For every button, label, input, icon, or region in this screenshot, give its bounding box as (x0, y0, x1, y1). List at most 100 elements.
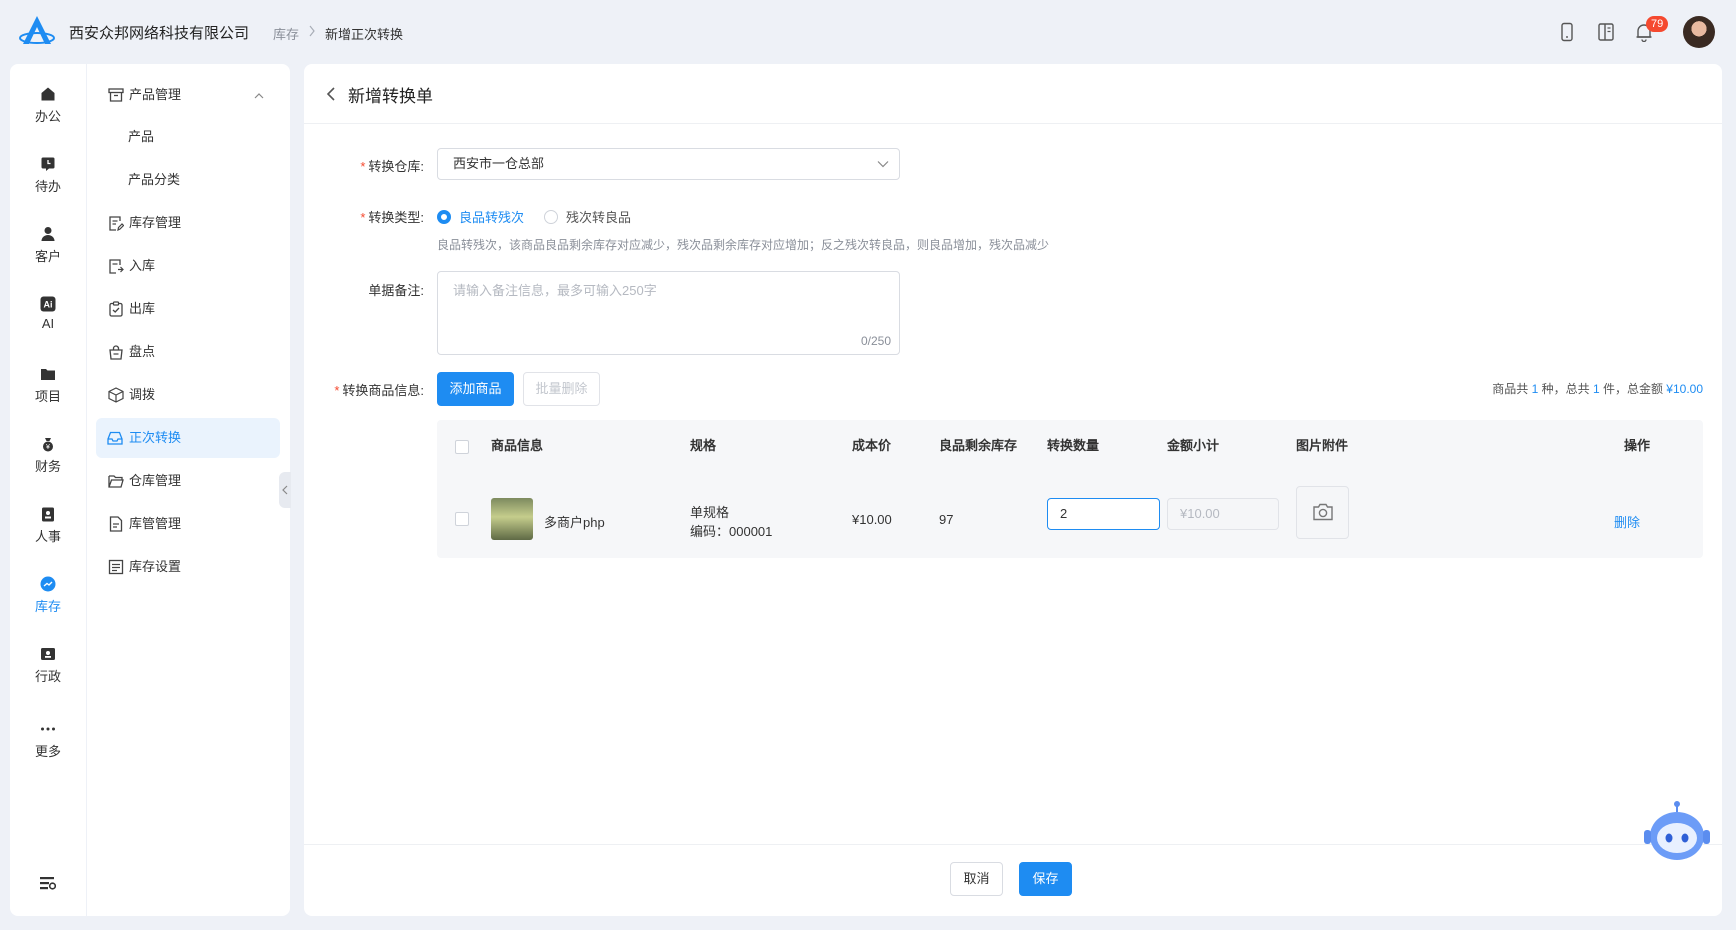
inbox-icon (107, 431, 123, 445)
submenu-warehouse-management[interactable]: 仓库管理 (87, 461, 290, 501)
rail-item-finance[interactable]: ¥ 财务 (10, 436, 86, 475)
goods-summary: 商品共 1 种，总共 1 件，总金额 ¥10.00 (1492, 382, 1703, 396)
notification-badge: 79 (1646, 16, 1669, 32)
submenu-label: 产品 (128, 129, 155, 144)
attachment-upload[interactable] (1296, 486, 1349, 539)
avatar[interactable] (1683, 16, 1715, 48)
assistant-robot-icon[interactable] (1640, 800, 1710, 866)
folder-icon (41, 369, 55, 380)
page-title: 新增转换单 (348, 87, 433, 106)
settings-list-icon[interactable] (40, 876, 56, 890)
col-header: 金额小计 (1167, 438, 1220, 453)
warehouse-select[interactable]: 西安市一仓总部 (437, 148, 900, 180)
submenu-transfer[interactable]: 调拨 (87, 375, 290, 415)
warehouse-label: * 转换仓库: (360, 159, 424, 174)
radio-dot (437, 210, 451, 224)
remark-char-count: 0/250 (860, 334, 891, 348)
radio-dot (544, 210, 558, 224)
doc-in-icon (109, 259, 124, 274)
radio-defective-to-good[interactable]: 残次转良品 (544, 207, 631, 226)
submenu-label: 产品管理 (129, 87, 182, 102)
submenu-stock-settings[interactable]: 库存设置 (87, 547, 290, 587)
submenu-product[interactable]: 产品 (87, 117, 290, 157)
rail-item-label: 待办 (34, 179, 61, 194)
chart-icon (40, 576, 56, 592)
main-panel: 新增转换单 * 转换仓库: 西安市一仓总部 * 转换类型: 良品转残次 残次转良品 … (304, 64, 1722, 916)
svg-text:¥: ¥ (46, 444, 50, 451)
chevron-up-icon (254, 93, 264, 99)
submenu-product-category[interactable]: 产品分类 (87, 160, 290, 200)
cost-price: ¥10.00 (852, 512, 892, 527)
radio-good-to-defective[interactable]: 良品转残次 (437, 207, 524, 226)
book-icon[interactable] (1597, 22, 1615, 42)
product-code: 编码：000001 (690, 524, 773, 539)
archive-icon (108, 88, 124, 102)
submenu-label: 产品分类 (128, 172, 181, 187)
delete-row-link[interactable]: 删除 (1614, 512, 1640, 531)
rail-item-label: 客户 (34, 249, 61, 264)
rail-item-label: 人事 (34, 529, 61, 544)
ai-icon: Ai (40, 296, 56, 312)
more-icon (41, 727, 55, 731)
goods-table: 商品信息 规格 成本价 良品剩余库存 转换数量 金额小计 图片附件 操作 多商户… (437, 420, 1703, 558)
svg-text:Ai: Ai (44, 300, 53, 310)
submenu-conversion[interactable]: 正次转换 (96, 418, 280, 458)
submenu-inbound[interactable]: 入库 (87, 246, 290, 286)
type-label: * 转换类型: (360, 210, 424, 225)
rail-item-office[interactable]: 办公 (10, 86, 86, 125)
row-checkbox[interactable] (455, 512, 469, 526)
back-icon[interactable] (326, 86, 336, 102)
col-header: 良品剩余库存 (939, 438, 1018, 453)
remark-placeholder: 请输入备注信息，最多可输入250字 (453, 283, 657, 298)
submenu-keeper-management[interactable]: 库管管理 (87, 504, 290, 544)
home-icon (41, 87, 55, 101)
submenu-stocktaking[interactable]: 盘点 (87, 332, 290, 372)
rail-item-admin[interactable]: 行政 (10, 646, 86, 685)
select-all-checkbox[interactable] (455, 440, 469, 454)
add-product-button[interactable]: 添加商品 (437, 372, 514, 406)
collapse-sidebar-button[interactable] (279, 472, 291, 508)
phone-icon[interactable] (1559, 22, 1575, 42)
submenu-product-management[interactable]: 产品管理 (87, 75, 290, 115)
rail-item-todo[interactable]: 待办 (10, 156, 86, 195)
product-thumbnail (491, 498, 533, 540)
rail-item-hr[interactable]: 人事 (10, 506, 86, 545)
rail-item-customer[interactable]: 客户 (10, 226, 86, 265)
module-rail: 办公 待办 客户 Ai AI 项目 ¥ 财务 人事 库存 行政 更多 (10, 64, 86, 916)
chevron-down-icon (877, 161, 889, 168)
rail-item-more[interactable]: 更多 (10, 721, 86, 760)
submenu-outbound[interactable]: 出库 (87, 289, 290, 329)
doc-icon (109, 516, 123, 532)
col-header: 商品信息 (491, 438, 544, 453)
remark-textarea[interactable]: 请输入备注信息，最多可输入250字 0/250 (437, 271, 900, 355)
rail-item-label: 库存 (34, 599, 61, 614)
batch-delete-button[interactable]: 批量删除 (523, 372, 600, 406)
col-header: 规格 (690, 438, 717, 453)
badge-icon (42, 507, 54, 522)
bag-icon (109, 345, 123, 360)
cancel-button[interactable]: 取消 (950, 862, 1003, 896)
table-row: 多商户php 单规格 编码：000001 ¥10.00 97 2 ¥10.00 … (437, 470, 1703, 558)
breadcrumb-inventory[interactable]: 库存 (273, 24, 299, 43)
subtotal-input: ¥10.00 (1167, 498, 1279, 530)
radio-label: 残次转良品 (566, 210, 632, 225)
submenu-label: 库存设置 (129, 559, 182, 574)
camera-icon (1312, 503, 1333, 521)
form-footer: 取消 保存 (304, 844, 1722, 916)
chevron-left-icon (282, 485, 288, 495)
goods-label: * 转换商品信息: (334, 383, 424, 398)
convert-qty-input[interactable]: 2 (1047, 498, 1160, 530)
rail-item-ai[interactable]: Ai AI (10, 296, 86, 331)
rail-item-label: 项目 (34, 389, 61, 404)
save-button[interactable]: 保存 (1019, 862, 1072, 896)
col-header: 图片附件 (1296, 438, 1349, 453)
rail-item-project[interactable]: 项目 (10, 366, 86, 405)
cube-icon (108, 387, 124, 403)
submenu-label: 盘点 (129, 344, 156, 359)
logo-icon[interactable] (18, 14, 56, 48)
submenu-stock-management[interactable]: 库存管理 (87, 203, 290, 243)
submenu-label: 出库 (129, 301, 156, 316)
product-name: 多商户php (544, 515, 605, 530)
rail-item-inventory[interactable]: 库存 (10, 576, 86, 615)
money-bag-icon: ¥ (43, 438, 53, 452)
